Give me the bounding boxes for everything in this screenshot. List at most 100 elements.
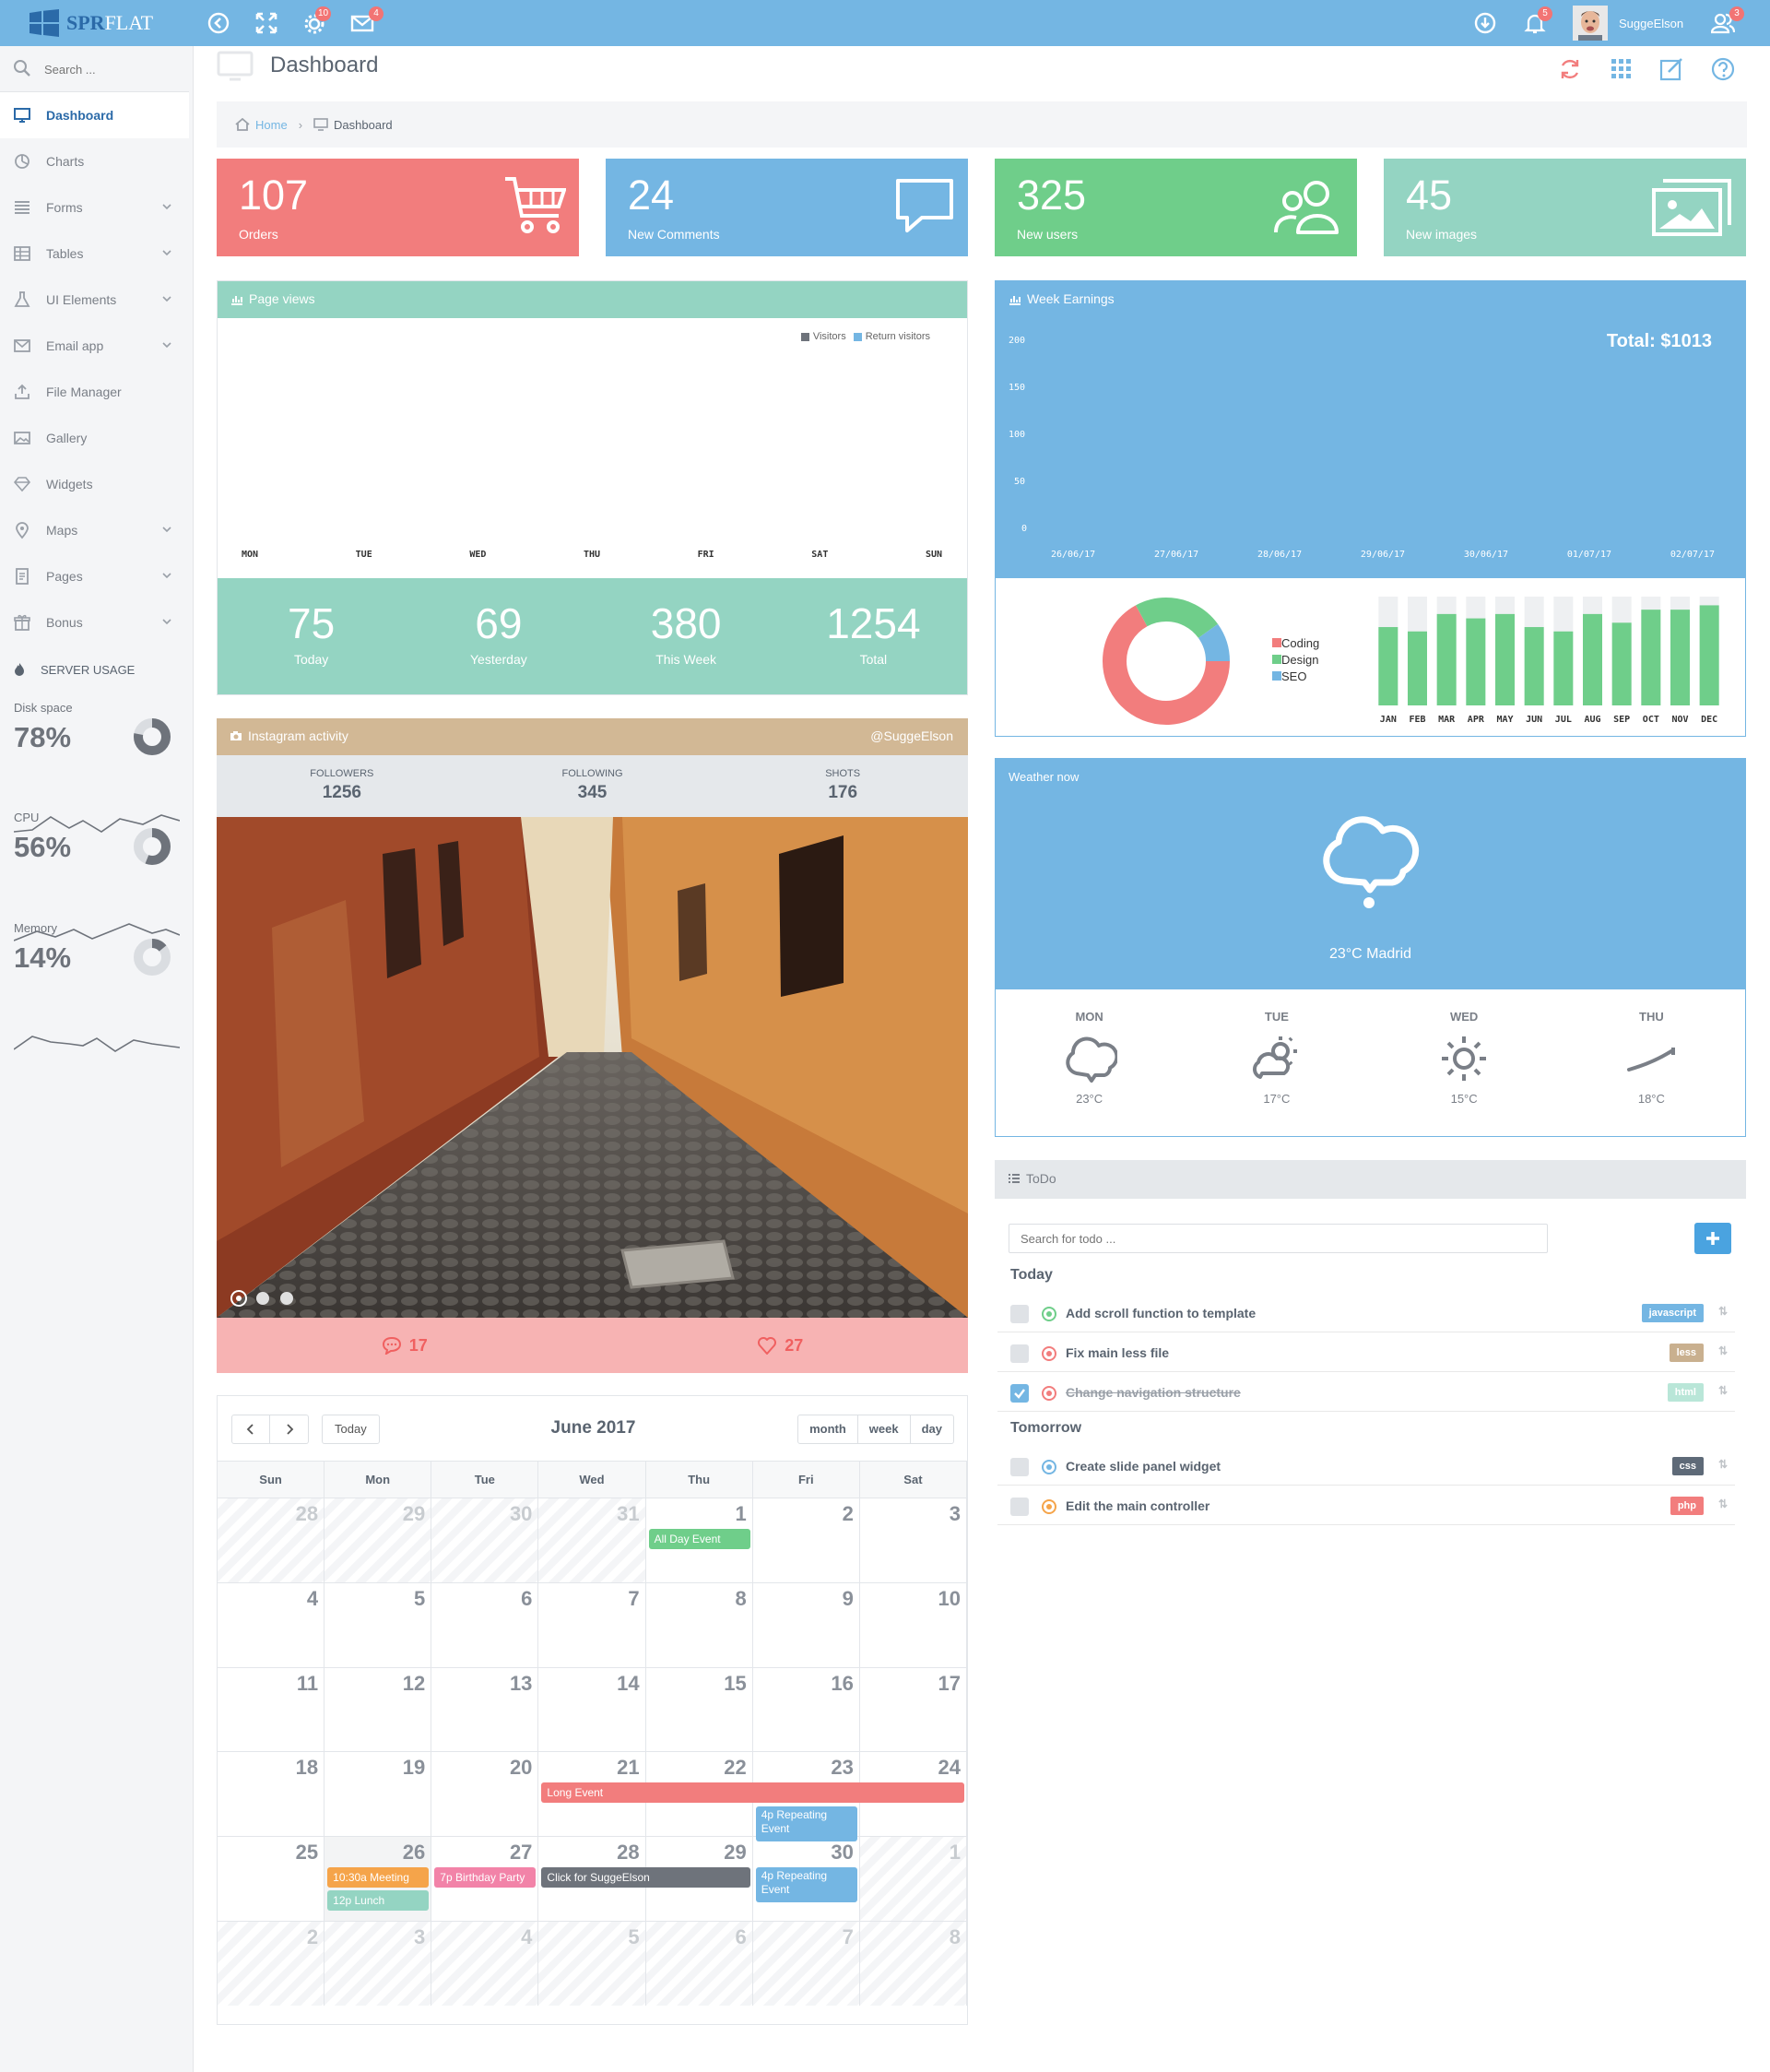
- sidebar-item-maps[interactable]: Maps: [0, 507, 189, 553]
- event-birthday[interactable]: 7p Birthday Party: [434, 1867, 537, 1888]
- event-meeting[interactable]: 10:30a Meeting: [327, 1867, 430, 1888]
- calendar-day[interactable]: 6: [431, 1581, 539, 1667]
- event-repeating[interactable]: 4p Repeating Event: [755, 1806, 857, 1842]
- calendar-day[interactable]: 2: [752, 1498, 860, 1582]
- forecast-temp: 17°C: [1263, 1092, 1291, 1106]
- view-week-button[interactable]: week: [857, 1415, 911, 1444]
- sidebar-item-tables[interactable]: Tables: [0, 231, 189, 277]
- calendar-day[interactable]: 20: [431, 1751, 539, 1837]
- event-long[interactable]: Long Event: [541, 1782, 964, 1804]
- todo-search-input[interactable]: [1009, 1224, 1548, 1253]
- comments-tile[interactable]: 24 New Comments: [606, 159, 968, 256]
- event-click[interactable]: Click for SuggeElson: [541, 1867, 750, 1888]
- calendar-day-other-month[interactable]: 8: [859, 1921, 967, 2006]
- sidebar-item-gallery[interactable]: Gallery: [0, 415, 189, 461]
- breadcrumb-home[interactable]: Home: [255, 118, 288, 132]
- view-month-button[interactable]: month: [797, 1415, 858, 1444]
- calendar-day-other-month[interactable]: 31: [538, 1498, 646, 1582]
- calendar-day[interactable]: 17: [859, 1666, 967, 1752]
- back-circle-icon[interactable]: [206, 11, 230, 35]
- todo-item[interactable]: Change navigation structure html ⇅: [997, 1373, 1735, 1412]
- help-icon[interactable]: [1711, 57, 1735, 81]
- calendar-day[interactable]: 16: [752, 1666, 860, 1752]
- username[interactable]: SuggeElson: [1619, 17, 1683, 30]
- images-tile[interactable]: 45 New images: [1384, 159, 1746, 256]
- calendar-day[interactable]: 7: [538, 1581, 646, 1667]
- sidebar-item-dashboard[interactable]: Dashboard: [0, 92, 189, 138]
- calendar-day[interactable]: 5: [324, 1581, 432, 1667]
- sidebar-search[interactable]: [0, 46, 189, 92]
- sidebar-item-pages[interactable]: Pages: [0, 553, 189, 599]
- calendar-day-other-month[interactable]: 30: [431, 1498, 539, 1582]
- calendar-day[interactable]: 13: [431, 1666, 539, 1752]
- view-day-button[interactable]: day: [910, 1415, 954, 1444]
- calendar-day-other-month[interactable]: 7: [752, 1921, 860, 2006]
- refresh-icon[interactable]: [1558, 57, 1582, 81]
- calendar-day[interactable]: 14: [538, 1666, 646, 1752]
- weekday-header: Tue: [431, 1461, 539, 1498]
- avatar[interactable]: [1573, 6, 1608, 41]
- sidebar-item-charts[interactable]: Charts: [0, 138, 189, 184]
- todo-item[interactable]: Edit the main controller php ⇅: [997, 1486, 1735, 1525]
- event-lunch[interactable]: 12p Lunch: [327, 1890, 430, 1912]
- event-all-day[interactable]: All Day Event: [648, 1529, 750, 1549]
- sidebar-item-email-app[interactable]: Email app: [0, 323, 189, 369]
- diamond-icon: [13, 477, 31, 492]
- cpu-value: 56%: [14, 831, 72, 863]
- calendar-day[interactable]: 8: [645, 1581, 753, 1667]
- calendar-day[interactable]: 15: [645, 1666, 753, 1752]
- orders-tile[interactable]: 107 Orders: [217, 159, 579, 256]
- sidebar-item-forms[interactable]: Forms: [0, 184, 189, 231]
- todo-item[interactable]: Fix main less file less ⇅: [997, 1333, 1735, 1372]
- forecast-day: WED: [1449, 1010, 1479, 1024]
- sidebar-item-widgets[interactable]: Widgets: [0, 461, 189, 507]
- comments-button[interactable]: 17: [217, 1318, 593, 1373]
- calendar-day-other-month[interactable]: 3: [324, 1921, 432, 2006]
- drag-handle-icon[interactable]: ⇅: [1718, 1498, 1728, 1510]
- calendar-day[interactable]: 19: [324, 1751, 432, 1837]
- calendar-day-other-month[interactable]: 5: [538, 1921, 646, 2006]
- calendar-day[interactable]: 12: [324, 1666, 432, 1752]
- calendar-day-other-month[interactable]: 6: [645, 1921, 753, 2006]
- calendar-day-other-month[interactable]: 4: [431, 1921, 539, 2006]
- download-icon[interactable]: [1473, 11, 1497, 35]
- todo-checkbox[interactable]: [1010, 1384, 1029, 1403]
- todo-item[interactable]: Add scroll function to template javascrip…: [997, 1294, 1735, 1332]
- drag-handle-icon[interactable]: ⇅: [1718, 1384, 1728, 1397]
- edit-icon[interactable]: [1659, 57, 1683, 81]
- todo-checkbox[interactable]: [1010, 1458, 1029, 1476]
- grid-icon[interactable]: [1610, 57, 1634, 81]
- calendar-day-other-month[interactable]: 29: [324, 1498, 432, 1582]
- calendar-day[interactable]: 18: [218, 1751, 325, 1837]
- brand-logo[interactable]: SPR FLAT: [30, 9, 153, 37]
- sidebar-item-bonus[interactable]: Bonus: [0, 599, 189, 645]
- calendar-day[interactable]: 3: [859, 1498, 967, 1582]
- sidebar-item-ui-elements[interactable]: UI Elements: [0, 277, 189, 323]
- calendar-day-other-month[interactable]: 2: [218, 1921, 325, 2006]
- drag-handle-icon[interactable]: ⇅: [1718, 1344, 1728, 1357]
- add-todo-button[interactable]: [1694, 1223, 1731, 1254]
- calendar-day[interactable]: 9: [752, 1581, 860, 1667]
- todo-item[interactable]: Create slide panel widget css ⇅: [997, 1447, 1735, 1486]
- drag-handle-icon[interactable]: ⇅: [1718, 1305, 1728, 1318]
- instagram-handle[interactable]: @SuggeElson: [870, 728, 953, 743]
- calendar-day[interactable]: 10: [859, 1581, 967, 1667]
- todo-checkbox[interactable]: [1010, 1344, 1029, 1363]
- sidebar-search-input[interactable]: [44, 59, 173, 79]
- fullscreen-icon[interactable]: [254, 11, 278, 35]
- todo-checkbox[interactable]: [1010, 1498, 1029, 1516]
- calendar-day-other-month[interactable]: 1: [859, 1836, 967, 1921]
- chevron-down-icon: [162, 342, 171, 349]
- users-tile[interactable]: 325 New users: [995, 159, 1357, 256]
- y-tick: 50: [1014, 477, 1026, 487]
- calendar-day[interactable]: 4: [218, 1581, 325, 1667]
- calendar-day-other-month[interactable]: 28: [218, 1498, 325, 1582]
- likes-button[interactable]: 27: [593, 1318, 969, 1373]
- drag-handle-icon[interactable]: ⇅: [1718, 1458, 1728, 1471]
- todo-checkbox[interactable]: [1010, 1305, 1029, 1323]
- calendar-day[interactable]: 25: [218, 1836, 325, 1921]
- instagram-photo[interactable]: [217, 817, 968, 1318]
- calendar-day[interactable]: 11: [218, 1666, 325, 1752]
- event-repeating[interactable]: 4p Repeating Event: [755, 1867, 857, 1903]
- sidebar-item-file-manager[interactable]: File Manager: [0, 369, 189, 415]
